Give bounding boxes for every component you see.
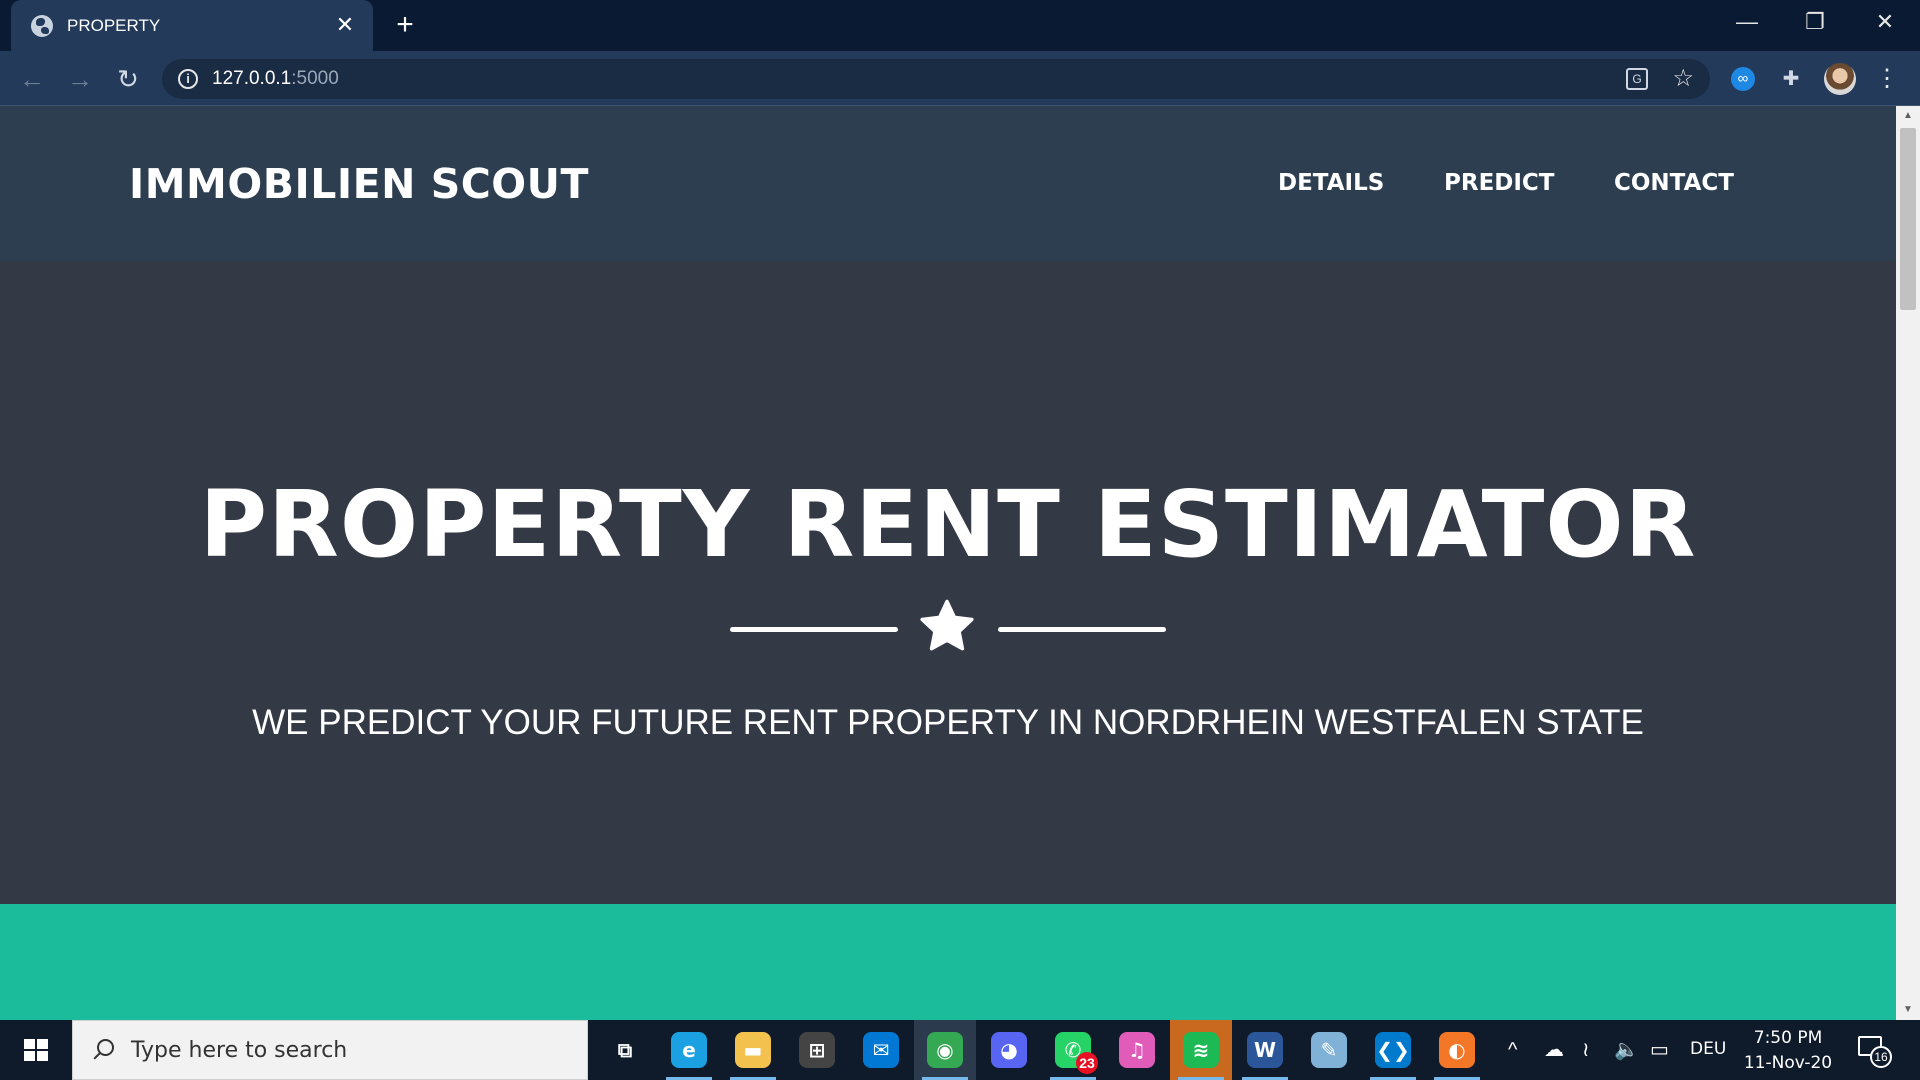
vscode-icon: ❮❯ [1375, 1032, 1411, 1068]
divider-line-right [998, 627, 1166, 632]
site-brand[interactable]: IMMOBILIEN SCOUT [129, 160, 589, 208]
word-icon: W [1247, 1032, 1283, 1068]
browser-toolbar: ← → ↻ i 127.0.0.1:5000 G ☆ ∞ ✚ ⋮ [0, 51, 1920, 106]
url-host: 127.0.0.1 [212, 68, 292, 89]
chrome-icon: ◉ [927, 1032, 963, 1068]
taskbar-app-notepad[interactable]: ✎ [1298, 1020, 1360, 1080]
nav-link-contact[interactable]: CONTACT [1614, 170, 1734, 196]
globe-icon [31, 14, 53, 37]
volume-icon[interactable]: 🔈 [1614, 1038, 1639, 1062]
discord-icon: ◕ [991, 1032, 1027, 1068]
onedrive-cloud-icon[interactable]: ☁ [1544, 1038, 1564, 1062]
teal-section [0, 904, 1896, 1020]
clock-time: 7:50 PM [1753, 1028, 1823, 1048]
notepad-icon: ✎ [1311, 1032, 1347, 1068]
tab-title: PROPERTY [67, 15, 161, 35]
spotify-icon: ≋ [1183, 1032, 1219, 1068]
browser-menu-icon[interactable]: ⋮ [1872, 63, 1902, 95]
site-navbar: IMMOBILIEN SCOUT DETAILS PREDICT CONTACT [0, 106, 1896, 261]
address-bar[interactable]: i 127.0.0.1:5000 G ☆ [162, 59, 1710, 99]
taskbar-app-chrome[interactable]: ◉ [914, 1020, 976, 1080]
jupyter-icon: ◐ [1439, 1032, 1475, 1068]
mail-icon: ✉ [863, 1032, 899, 1068]
search-placeholder: Type here to search [131, 1037, 348, 1063]
windows-taskbar: Type here to search ⧉ e ▬ ⊞ ✉ ◉ ◕ ✆ 23 ♫ ≋ W ✎ ❮❯ ◐ ^ … [0, 1020, 1920, 1080]
bookmark-star-icon[interactable]: ☆ [1672, 64, 1694, 93]
nav-link-predict[interactable]: PREDICT [1444, 170, 1555, 196]
url-text[interactable]: 127.0.0.1:5000 [212, 68, 339, 90]
scroll-up-arrow-icon[interactable]: ▲ [1896, 106, 1920, 126]
windows-logo-icon [24, 1039, 48, 1061]
tab-close-icon[interactable]: ✕ [333, 13, 357, 37]
taskbar-app-task-view[interactable]: ⧉ [594, 1020, 656, 1080]
close-window-button[interactable]: ✕ [1862, 4, 1908, 40]
forward-arrow-icon[interactable]: → [64, 63, 96, 95]
scroll-thumb[interactable] [1900, 128, 1916, 310]
new-tab-button[interactable]: + [390, 10, 420, 40]
page-scrollbar[interactable]: ▲ ▼ [1896, 106, 1920, 1020]
taskbar-search-box[interactable]: Type here to search [72, 1020, 588, 1080]
browser-tab-strip: PROPERTY ✕ + — ❐ ✕ [0, 0, 1920, 51]
minimize-button[interactable]: — [1724, 4, 1770, 40]
taskbar-clock[interactable]: 7:50 PM 11-Nov-20 [1736, 1026, 1840, 1076]
file-explorer-icon: ▬ [735, 1032, 771, 1068]
infinity-extension-icon[interactable]: ∞ [1731, 67, 1755, 91]
taskbar-app-edge[interactable]: e [658, 1020, 720, 1080]
task-view-icon: ⧉ [617, 1038, 633, 1062]
search-icon [91, 1039, 114, 1061]
taskbar-app-itunes[interactable]: ♫ [1106, 1020, 1168, 1080]
profile-avatar[interactable] [1824, 63, 1856, 95]
taskbar-app-spotify[interactable]: ≋ [1170, 1020, 1232, 1080]
taskbar-app-jupyter[interactable]: ◐ [1426, 1020, 1488, 1080]
divider-line-left [730, 627, 898, 632]
page-title: PROPERTY RENT ESTIMATOR [199, 471, 1697, 578]
language-indicator[interactable]: DEU [1690, 1039, 1726, 1059]
taskbar-app-word[interactable]: W [1234, 1020, 1296, 1080]
star-icon [920, 599, 974, 651]
wifi-icon[interactable]: ≀ [1582, 1038, 1590, 1062]
itunes-icon: ♫ [1119, 1032, 1155, 1068]
taskbar-app-discord[interactable]: ◕ [978, 1020, 1040, 1080]
taskbar-app-mail[interactable]: ✉ [850, 1020, 912, 1080]
browser-tab-active[interactable]: PROPERTY ✕ [11, 0, 373, 51]
masthead: PROPERTY RENT ESTIMATOR WE PREDICT YOUR … [0, 261, 1896, 904]
reload-icon[interactable]: ↻ [112, 63, 144, 95]
tray-chevron-icon[interactable]: ^ [1508, 1038, 1517, 1062]
notification-count: 16 [1870, 1046, 1892, 1068]
extensions-puzzle-icon[interactable]: ✚ [1776, 64, 1806, 94]
back-arrow-icon[interactable]: ← [16, 63, 48, 95]
site-info-icon[interactable]: i [178, 69, 198, 89]
scroll-down-arrow-icon[interactable]: ▼ [1896, 1000, 1920, 1020]
whatsapp-unread-badge: 23 [1076, 1052, 1098, 1074]
restore-button[interactable]: ❐ [1792, 4, 1838, 40]
start-button[interactable] [0, 1020, 72, 1080]
action-center-button[interactable]: 16 [1858, 1036, 1892, 1068]
taskbar-app-microsoft-store[interactable]: ⊞ [786, 1020, 848, 1080]
page-subtitle: WE PREDICT YOUR FUTURE RENT PROPERTY IN … [252, 703, 1644, 742]
taskbar-app-vscode[interactable]: ❮❯ [1362, 1020, 1424, 1080]
taskbar-app-file-explorer[interactable]: ▬ [722, 1020, 784, 1080]
url-port: :5000 [291, 68, 339, 89]
battery-icon[interactable]: ▭ [1650, 1038, 1669, 1062]
clock-date: 11-Nov-20 [1743, 1053, 1833, 1073]
taskbar-app-whatsapp[interactable]: ✆ 23 [1042, 1020, 1104, 1080]
edge-icon: e [671, 1032, 707, 1068]
microsoft-store-icon: ⊞ [799, 1032, 835, 1068]
page-viewport: IMMOBILIEN SCOUT DETAILS PREDICT CONTACT… [0, 106, 1896, 1020]
translate-icon[interactable]: G [1626, 68, 1648, 90]
nav-link-details[interactable]: DETAILS [1278, 170, 1384, 196]
